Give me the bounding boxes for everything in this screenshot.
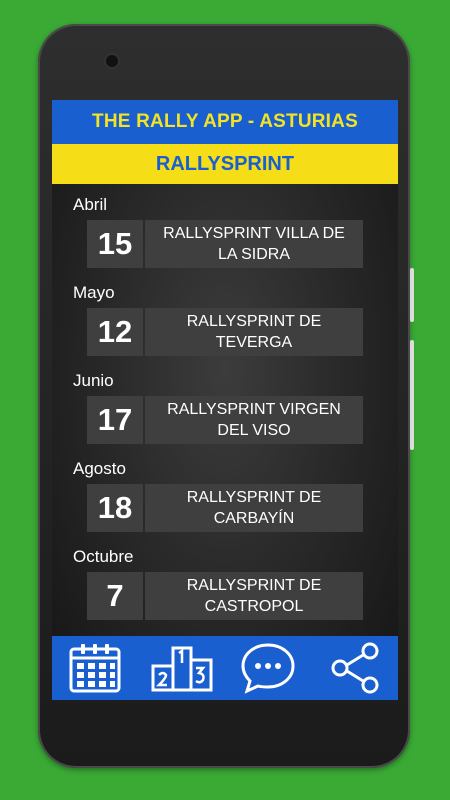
month-group: Mayo 12 RALLYSPRINT DE TEVERGA (52, 282, 398, 370)
event-name-line: TEVERGA (215, 334, 293, 351)
calendar-icon (69, 644, 121, 693)
event-day: 12 (87, 308, 143, 356)
event-item[interactable]: 12 RALLYSPRINT DE TEVERGA (87, 308, 363, 356)
event-name-line: RALLYSPRINT DE (186, 577, 322, 594)
share-button[interactable] (323, 638, 387, 698)
camera-icon (106, 55, 118, 67)
event-list: Abril 15 RALLYSPRINT VILLA DE LA SIDRA Ma… (52, 184, 398, 634)
app-title-bar: THE RALLY APP - ASTURIAS (52, 100, 398, 144)
volume-button (410, 340, 414, 450)
bottom-nav (52, 636, 398, 700)
event-name-line: RALLYSPRINT VIRGEN (167, 401, 341, 418)
event-item[interactable]: 15 RALLYSPRINT VILLA DE LA SIDRA (87, 220, 363, 268)
event-name: RALLYSPRINT VIRGEN DEL VISO (145, 396, 363, 444)
event-name-line: CARBAYÍN (213, 510, 295, 527)
podium-icon (151, 646, 213, 692)
event-item[interactable]: 17 RALLYSPRINT VIRGEN DEL VISO (87, 396, 363, 444)
month-group: Abril 15 RALLYSPRINT VILLA DE LA SIDRA (52, 194, 398, 282)
ranking-button[interactable] (150, 638, 214, 698)
event-day: 7 (87, 572, 143, 620)
month-label: Mayo (73, 283, 115, 302)
event-name: RALLYSPRINT DE TEVERGA (145, 308, 363, 356)
month-group: Agosto 18 RALLYSPRINT DE CARBAYÍN (52, 458, 398, 546)
event-name: RALLYSPRINT DE CASTROPOL (145, 572, 363, 620)
event-name-line: CASTROPOL (204, 598, 304, 615)
app-screen: THE RALLY APP - ASTURIAS RALLYSPRINT Abr… (52, 100, 398, 700)
event-day: 17 (87, 396, 143, 444)
month-label: Junio (73, 371, 114, 390)
month-group: Octubre 7 RALLYSPRINT DE CASTROPOL (52, 546, 398, 634)
month-label: Abril (73, 195, 108, 214)
section-title-bar: RALLYSPRINT (52, 144, 398, 184)
event-name-line: RALLYSPRINT VILLA DE (163, 225, 345, 242)
event-name-line: RALLYSPRINT DE (186, 489, 322, 506)
event-name: RALLYSPRINT VILLA DE LA SIDRA (145, 220, 363, 268)
app-title: THE RALLY APP - ASTURIAS (92, 111, 358, 132)
event-day: 15 (87, 220, 143, 268)
month-group: Junio 17 RALLYSPRINT VIRGEN DEL VISO (52, 370, 398, 458)
power-button (410, 268, 414, 322)
event-day: 18 (87, 484, 143, 532)
chat-button[interactable] (236, 638, 300, 698)
event-name: RALLYSPRINT DE CARBAYÍN (145, 484, 363, 532)
section-title: RALLYSPRINT (155, 152, 295, 175)
month-label: Agosto (73, 459, 126, 478)
calendar-button[interactable] (63, 638, 127, 698)
share-icon (331, 642, 379, 694)
event-name-line: LA SIDRA (217, 246, 291, 263)
event-name-line: RALLYSPRINT DE (186, 313, 322, 330)
chat-icon (241, 643, 295, 694)
event-item[interactable]: 7 RALLYSPRINT DE CASTROPOL (87, 572, 363, 620)
event-name-line: DEL VISO (217, 422, 291, 439)
event-item[interactable]: 18 RALLYSPRINT DE CARBAYÍN (87, 484, 363, 532)
month-label: Octubre (73, 547, 134, 566)
